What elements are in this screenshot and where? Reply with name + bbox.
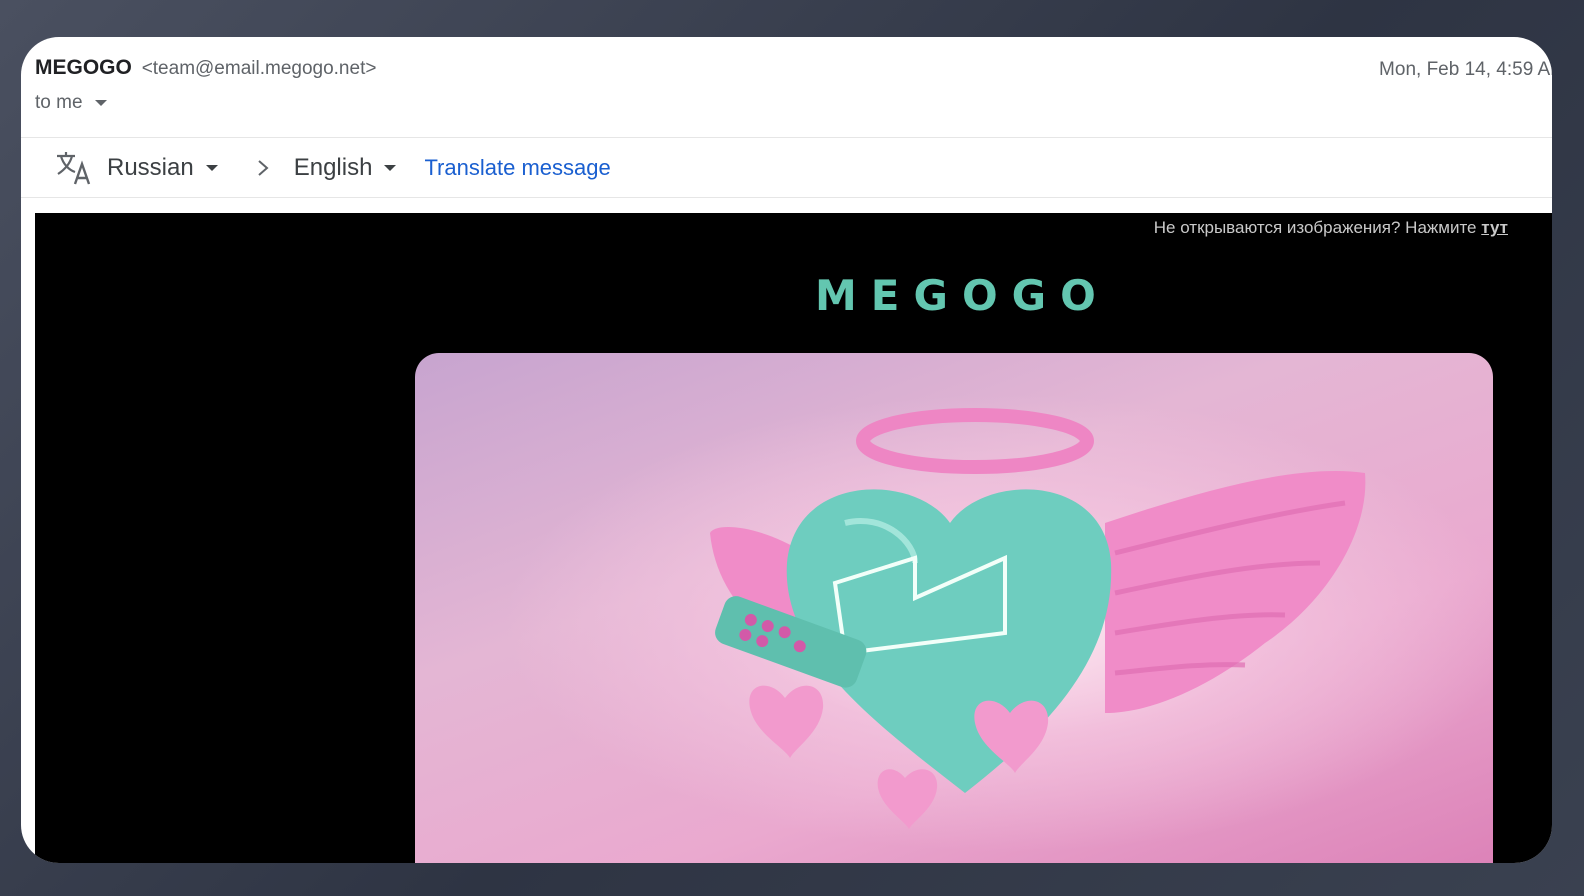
sender-email: <team@email.megogo.net>: [141, 58, 377, 79]
email-header: MEGOGO <team@email.megogo.net> Mon, Feb …: [35, 56, 1552, 116]
email-card: MEGOGO <team@email.megogo.net> Mon, Feb …: [21, 37, 1552, 863]
sender-line: MEGOGO <team@email.megogo.net>: [35, 56, 376, 80]
small-heart-shape: [877, 769, 938, 829]
translate-message-link[interactable]: Translate message: [424, 155, 610, 181]
hero-banner-image[interactable]: [415, 353, 1493, 863]
source-language-label: Russian: [107, 154, 194, 181]
chevron-down-icon: [384, 165, 397, 171]
chevron-down-icon: [94, 100, 107, 106]
recipients-toggle[interactable]: to me: [35, 92, 107, 114]
chevron-down-icon: [205, 165, 218, 171]
target-language-label: English: [293, 154, 373, 181]
email-date: Mon, Feb 14, 4:59 AM: [1379, 59, 1552, 80]
chevron-right-icon: [258, 160, 269, 176]
sender-name[interactable]: MEGOGO: [35, 56, 132, 79]
email-body: Не открываются изображения? Нажмите тут …: [35, 213, 1552, 863]
angel-heart-illustration: [710, 408, 1366, 829]
translate-icon: [57, 152, 91, 185]
megogo-logo: MEGOGO: [815, 271, 1110, 320]
images-notice: Не открываются изображения? Нажмите тут: [1154, 218, 1508, 238]
divider: [21, 197, 1552, 198]
translate-bar: Russian English Translate message: [35, 139, 1552, 197]
halo-shape: [856, 408, 1094, 474]
images-notice-link[interactable]: тут: [1481, 218, 1508, 237]
images-notice-text: Не открываются изображения? Нажмите: [1153, 218, 1477, 237]
divider: [21, 137, 1552, 138]
recipients-label: to me: [35, 92, 83, 113]
source-language-select[interactable]: Russian: [107, 154, 218, 182]
target-language-select[interactable]: English: [294, 154, 397, 182]
small-heart-shape: [749, 685, 824, 758]
